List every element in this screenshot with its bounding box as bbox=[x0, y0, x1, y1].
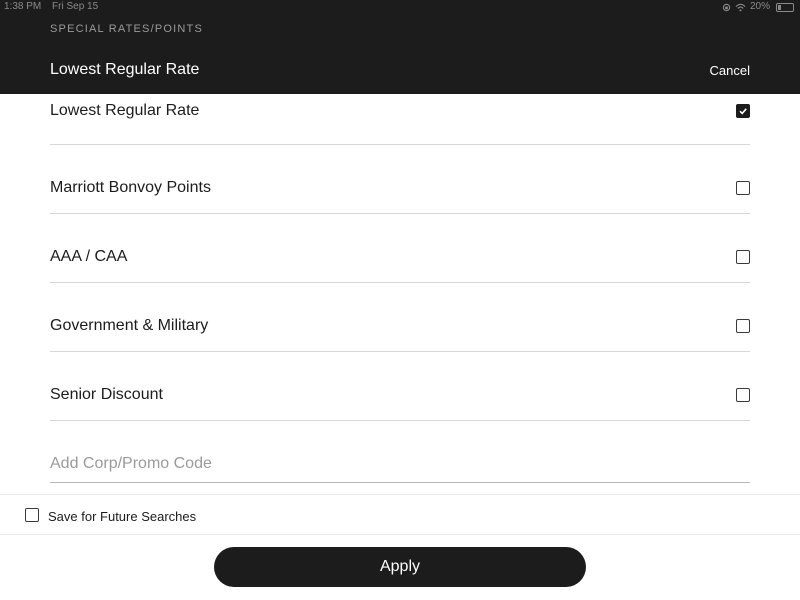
option-lowest-regular-rate[interactable]: Lowest Regular Rate bbox=[50, 94, 750, 145]
save-searches-checkbox[interactable] bbox=[25, 508, 39, 522]
promo-code-field bbox=[50, 450, 750, 483]
status-date: Fri Sep 15 bbox=[52, 1, 99, 12]
option-checkbox[interactable] bbox=[736, 181, 750, 195]
option-checkbox[interactable] bbox=[736, 319, 750, 333]
status-left: 1:38 PM Fri Sep 15 bbox=[4, 0, 106, 14]
checkmark-icon bbox=[739, 108, 747, 115]
option-label: Lowest Regular Rate bbox=[50, 102, 200, 119]
status-time: 1:38 PM bbox=[4, 1, 42, 12]
rate-options-list: Lowest Regular Rate Marriott Bonvoy Poin… bbox=[50, 94, 750, 421]
option-label: AAA / CAA bbox=[50, 248, 128, 265]
status-bar: 1:38 PM Fri Sep 15 20% bbox=[0, 0, 800, 14]
option-checkbox-checked[interactable] bbox=[736, 104, 750, 118]
option-government-military[interactable]: Government & Military bbox=[50, 283, 750, 352]
option-aaa-caa[interactable]: AAA / CAA bbox=[50, 214, 750, 283]
option-checkbox[interactable] bbox=[736, 388, 750, 402]
header-title: Lowest Regular Rate bbox=[50, 61, 200, 78]
apply-button[interactable]: Apply bbox=[214, 547, 586, 587]
orientation-lock-icon bbox=[722, 3, 731, 11]
option-checkbox[interactable] bbox=[736, 250, 750, 264]
wifi-icon bbox=[735, 3, 746, 11]
option-senior-discount[interactable]: Senior Discount bbox=[50, 352, 750, 421]
save-searches-row: Save for Future Searches bbox=[0, 494, 800, 535]
option-label: Government & Military bbox=[50, 317, 209, 334]
option-label: Marriott Bonvoy Points bbox=[50, 179, 211, 196]
option-label: Senior Discount bbox=[50, 386, 163, 403]
promo-code-input[interactable] bbox=[50, 450, 750, 473]
battery-icon bbox=[776, 2, 794, 12]
header-eyebrow: SPECIAL RATES/POINTS bbox=[50, 23, 203, 35]
option-marriott-bonvoy-points[interactable]: Marriott Bonvoy Points bbox=[50, 145, 750, 214]
battery-percent: 20% bbox=[749, 1, 770, 12]
modal-header: SPECIAL RATES/POINTS Lowest Regular Rate… bbox=[0, 14, 800, 94]
cancel-button[interactable]: Cancel bbox=[710, 63, 750, 78]
status-right: 20% bbox=[722, 0, 794, 14]
save-searches-label: Save for Future Searches bbox=[48, 509, 197, 524]
